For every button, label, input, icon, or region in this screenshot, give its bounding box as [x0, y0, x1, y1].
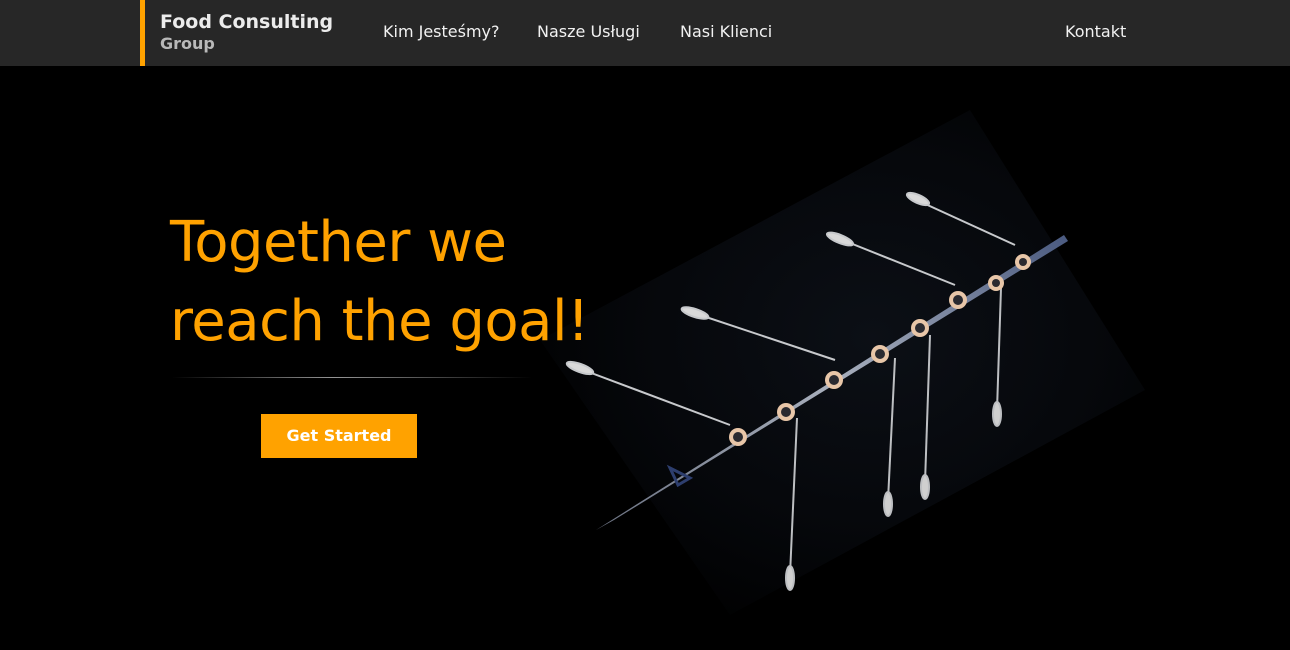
hero-divider: [172, 377, 532, 378]
get-started-button[interactable]: Get Started: [261, 414, 417, 458]
nav-link-nasi-klienci[interactable]: Nasi Klienci: [680, 21, 772, 43]
brand-subtitle: Group: [160, 34, 215, 53]
nav-link-kim-jestesmy[interactable]: Kim Jesteśmy?: [383, 21, 500, 43]
hero-heading-line1: Together we: [170, 210, 507, 275]
brand-logo-link[interactable]: Food Consulting Group: [140, 0, 333, 66]
rowing-boat-image: [540, 110, 1145, 615]
top-navbar: Food Consulting Group Kim Jesteśmy? Nasz…: [0, 0, 1290, 66]
nav-link-nasze-uslugi[interactable]: Nasze Usługi: [537, 21, 640, 43]
nav-link-kontakt[interactable]: Kontakt: [1065, 21, 1126, 43]
hero-heading-line2: reach the goal!: [170, 289, 589, 354]
hero-heading: Together we reach the goal!: [170, 203, 589, 361]
brand-name: Food Consulting: [160, 11, 334, 33]
